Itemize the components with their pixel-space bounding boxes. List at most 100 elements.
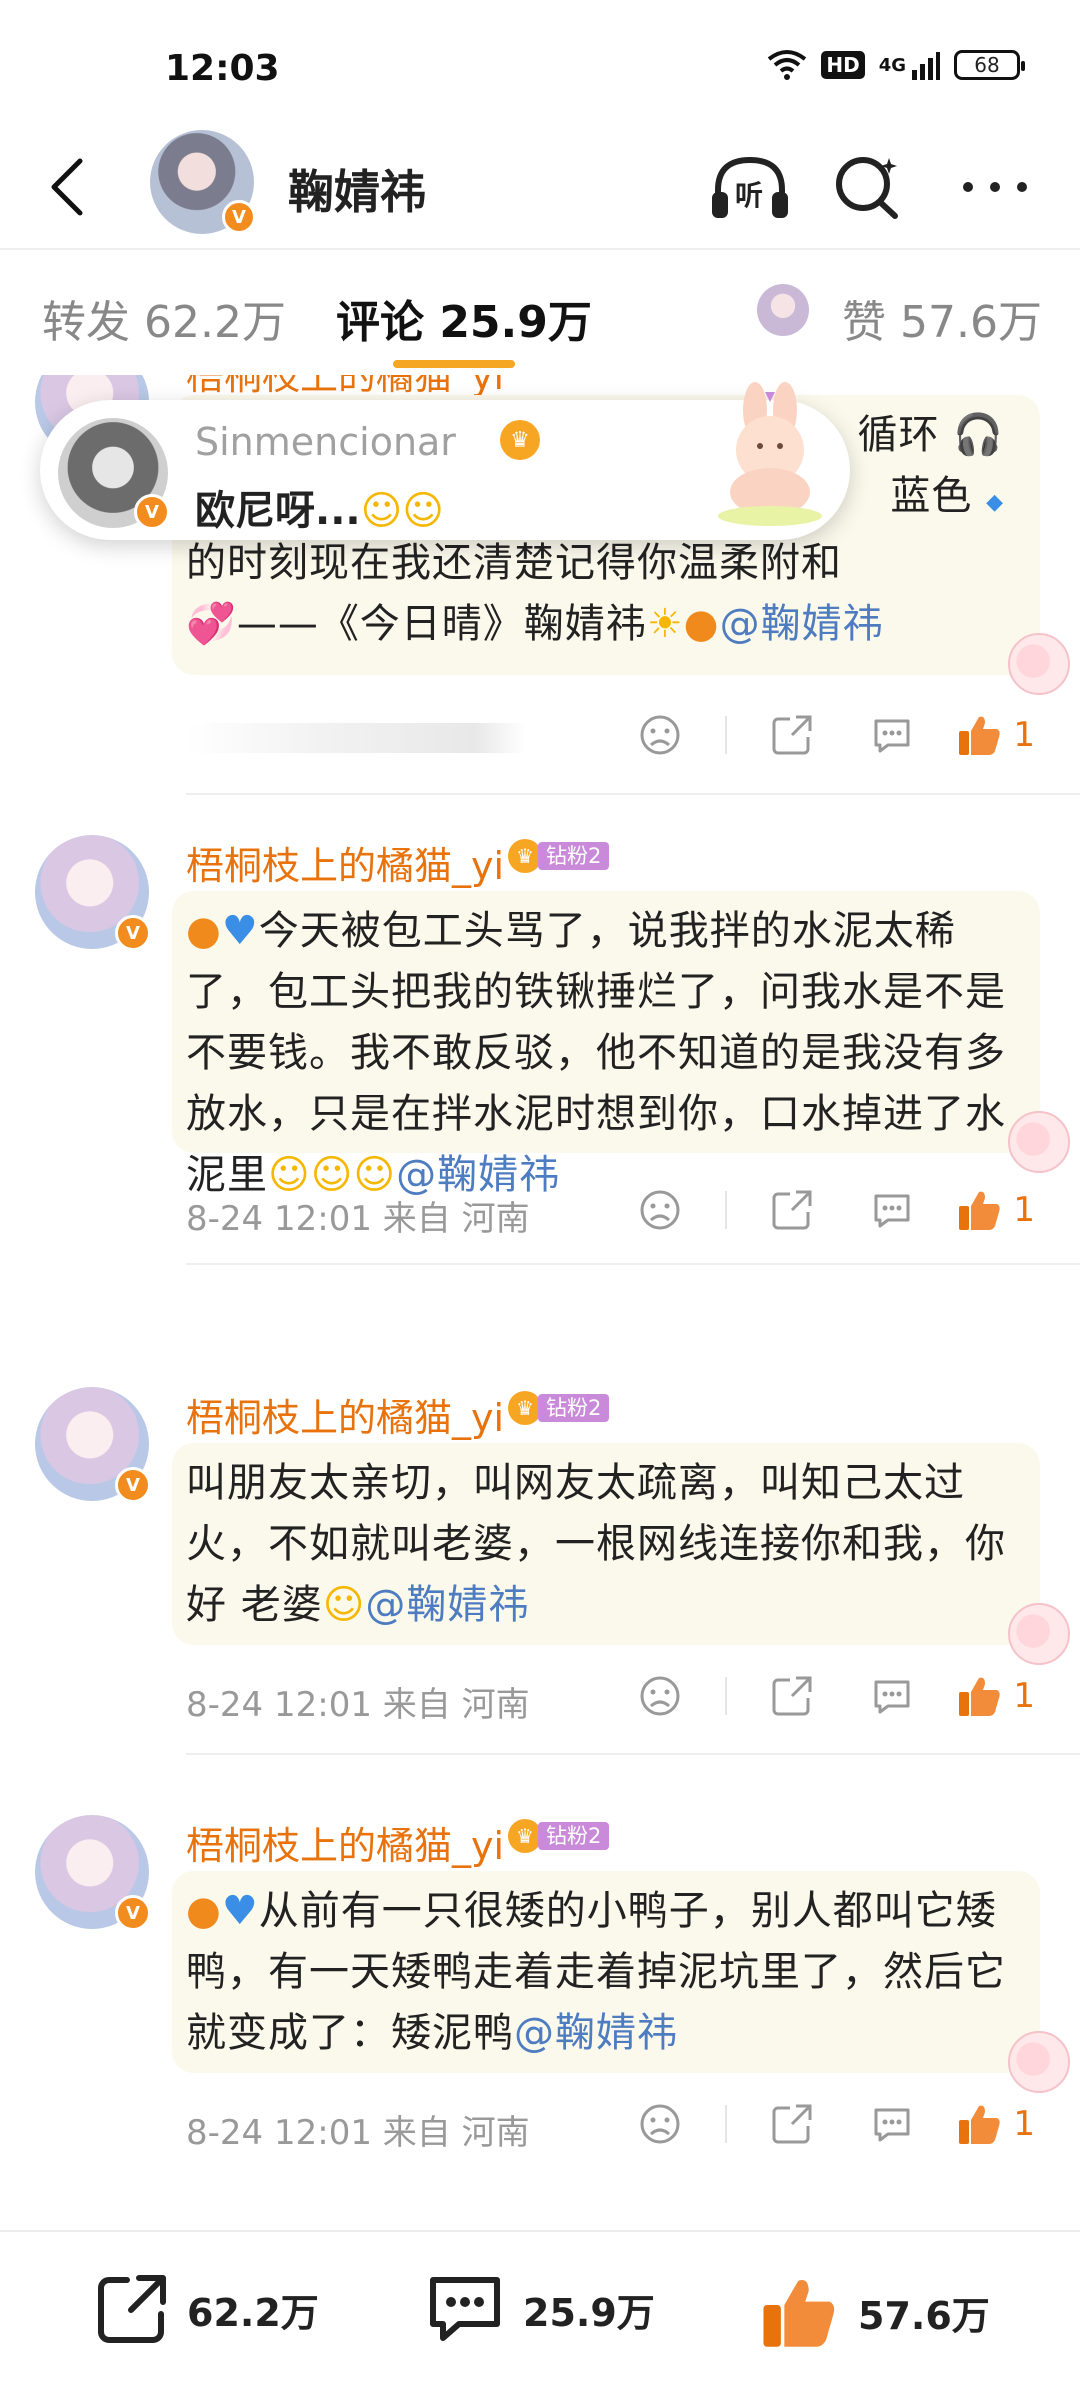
share-button[interactable] xyxy=(757,1185,827,1235)
comment-text: 叫朋友太亲切，叫网友太疏离，叫知己太过火，不如就叫老婆，一根网线连接你和我，你好… xyxy=(186,1460,1006,1628)
dislike-button[interactable] xyxy=(625,710,695,760)
tab-comments[interactable]: 评论 25.9万 xyxy=(336,286,592,350)
fan-level-badge: ♛ 钻粉2 xyxy=(508,1819,610,1853)
sun-emoji-icon: ☀ xyxy=(646,601,684,647)
sad-face-icon xyxy=(640,1190,680,1230)
tab-likes[interactable]: 赞 57.6万 xyxy=(842,286,1042,350)
share-icon xyxy=(772,715,812,755)
sad-face-icon xyxy=(640,2104,680,2144)
comment-text-fragment: 蓝色 xyxy=(890,473,973,519)
more-dots-icon xyxy=(963,182,1027,192)
more-button[interactable] xyxy=(950,142,1040,232)
commenter-name[interactable]: 梧桐枝上的橘猫_yi xyxy=(186,1387,504,1442)
bottom-repost-button[interactable]: 62.2万 xyxy=(95,2272,319,2346)
comment-actions: 1 xyxy=(595,1671,1035,1721)
like-button[interactable]: 1 xyxy=(957,1185,1035,1235)
tab-repost[interactable]: 转发 62.2万 xyxy=(42,286,286,350)
fan-level-label: 钻粉2 xyxy=(538,842,610,870)
listen-button[interactable]: 听 xyxy=(705,142,795,232)
search-button[interactable] xyxy=(823,142,913,232)
sticker-icon xyxy=(1008,633,1070,695)
like-button[interactable]: 1 xyxy=(957,1671,1035,1721)
mention-link[interactable]: @鞠婧祎 xyxy=(514,2010,678,2056)
comment-divider xyxy=(186,1263,1080,1265)
comment-item: V 梧桐枝上的橘猫_yi ♛ 钻粉2 ●♥从前有一只很矮的小鸭子，别人都叫它矮鸭，… xyxy=(0,1815,1080,2230)
comment-divider xyxy=(186,793,1080,795)
sticker-icon xyxy=(1008,1603,1070,1665)
battery-icon: 68 xyxy=(954,50,1025,80)
tongue-emoji-icon: ☺ xyxy=(322,1582,366,1628)
comment-icon xyxy=(874,1194,910,1228)
share-button[interactable] xyxy=(757,1671,827,1721)
orange-emoji-icon: ● xyxy=(186,1888,222,1934)
comment-bubble[interactable]: 叫朋友太亲切，叫网友太疏离，叫知己太过火，不如就叫老婆，一根网线连接你和我，你好… xyxy=(172,1443,1070,1665)
comment-divider xyxy=(186,1753,1080,1755)
share-button[interactable] xyxy=(757,710,827,760)
hearts-emoji-icon: 💞 xyxy=(186,601,237,647)
crown-icon: ♛ xyxy=(508,1391,542,1425)
status-time: 12:03 xyxy=(165,48,280,89)
back-button[interactable] xyxy=(36,152,96,222)
like-count: 1 xyxy=(1013,1190,1035,1230)
mention-link[interactable]: @鞠婧祎 xyxy=(720,601,884,647)
verified-badge-icon: V xyxy=(222,200,256,234)
bottom-comment-count: 25.9万 xyxy=(523,2290,655,2335)
comment-actions: 1 xyxy=(595,710,1035,760)
status-icons: HD 4G 68 xyxy=(767,48,1025,82)
listen-label: 听 xyxy=(735,179,764,212)
thumbs-up-icon xyxy=(763,2280,835,2347)
comment-icon xyxy=(874,2108,910,2142)
sad-face-icon xyxy=(640,1676,680,1716)
reply-button[interactable] xyxy=(857,2099,927,2149)
hd-icon: HD xyxy=(821,51,865,79)
comment-meta: 8-24 12:01 来自 河南 xyxy=(186,2113,530,2153)
status-bar: 12:03 HD 4G 68 xyxy=(0,0,1080,130)
crown-icon: ♛ xyxy=(500,420,540,460)
like-button[interactable]: 1 xyxy=(957,2099,1035,2149)
comment-list[interactable]: 梧桐枝上的橘猫_yi 循环 🎧 蓝色 ◆ 的时刻现在我还清楚记得你温柔附和 💞—… xyxy=(0,375,1080,2230)
blue-heart-emoji-icon: ♥ xyxy=(221,1888,259,1934)
commenter-name[interactable]: 梧桐枝上的橘猫_yi xyxy=(186,835,504,890)
comment-actions: 1 xyxy=(595,2099,1035,2149)
commenter-name[interactable]: 梧桐枝上的橘猫_yi xyxy=(186,1815,504,1870)
comment-bubble[interactable]: ●♥从前有一只很矮的小鸭子，别人都叫它矮鸭，有一天矮鸭走着走着掉泥坑里了，然后它… xyxy=(172,1871,1070,2093)
search-icon xyxy=(836,157,898,219)
fan-level-badge: ♛ 钻粉2 xyxy=(508,1391,610,1425)
commenter-avatar[interactable]: V xyxy=(35,1815,151,1931)
orange-emoji-icon: ● xyxy=(683,601,720,647)
comment-icon xyxy=(430,2277,500,2341)
dislike-button[interactable] xyxy=(625,1185,695,1235)
mention-link[interactable]: @鞠婧祎 xyxy=(365,1582,529,1628)
commenter-avatar[interactable]: V xyxy=(35,1387,151,1503)
signal-icon: 4G xyxy=(879,48,940,82)
comment-item: V 梧桐枝上的橘猫_yi ♛ 钻粉2 叫朋友太亲切，叫网友太疏离，叫知己太过火，不… xyxy=(0,1387,1080,1817)
sticker-icon xyxy=(1008,2031,1070,2093)
sad-face-icon xyxy=(640,715,680,755)
bottom-like-button[interactable]: 57.6万 xyxy=(760,2272,990,2352)
verified-badge-icon: V xyxy=(115,1467,151,1503)
dislike-button[interactable] xyxy=(625,1671,695,1721)
share-icon xyxy=(772,2104,812,2144)
action-divider xyxy=(725,2105,728,2143)
chevron-left-icon xyxy=(51,158,83,216)
like-button[interactable]: 1 xyxy=(957,710,1035,760)
headphones-emoji-icon: 🎧 xyxy=(953,412,1004,458)
reply-button[interactable] xyxy=(857,1671,927,1721)
share-button[interactable] xyxy=(757,2099,827,2149)
fan-level-label: 钻粉2 xyxy=(538,1394,610,1422)
diamond-emoji-icon: ◆ xyxy=(986,490,1004,515)
like-count: 1 xyxy=(1013,2104,1035,2144)
tab-bar: 转发 62.2万 评论 25.9万 赞 57.6万 xyxy=(0,250,1080,375)
bottom-like-count: 57.6万 xyxy=(858,2293,990,2338)
comment-bubble[interactable]: ●♥今天被包工头骂了，说我拌的水泥太稀了，包工头把我的铁锹捶烂了，问我水是不是不… xyxy=(172,891,1070,1198)
reply-button[interactable] xyxy=(857,1185,927,1235)
blue-heart-emoji-icon: ♥ xyxy=(221,908,259,954)
verified-badge-icon: V xyxy=(115,1895,151,1931)
comment-item: V 梧桐枝上的橘猫_yi ♛ 钻粉2 ●♥今天被包工头骂了，说我拌的水泥太稀了，包… xyxy=(0,835,1080,1265)
bottom-repost-count: 62.2万 xyxy=(187,2290,319,2335)
bottom-comment-button[interactable]: 25.9万 xyxy=(425,2272,655,2346)
dislike-button[interactable] xyxy=(625,2099,695,2149)
bunny-sticker-icon xyxy=(710,380,830,530)
reply-button[interactable] xyxy=(857,710,927,760)
commenter-avatar[interactable]: V xyxy=(35,835,151,951)
